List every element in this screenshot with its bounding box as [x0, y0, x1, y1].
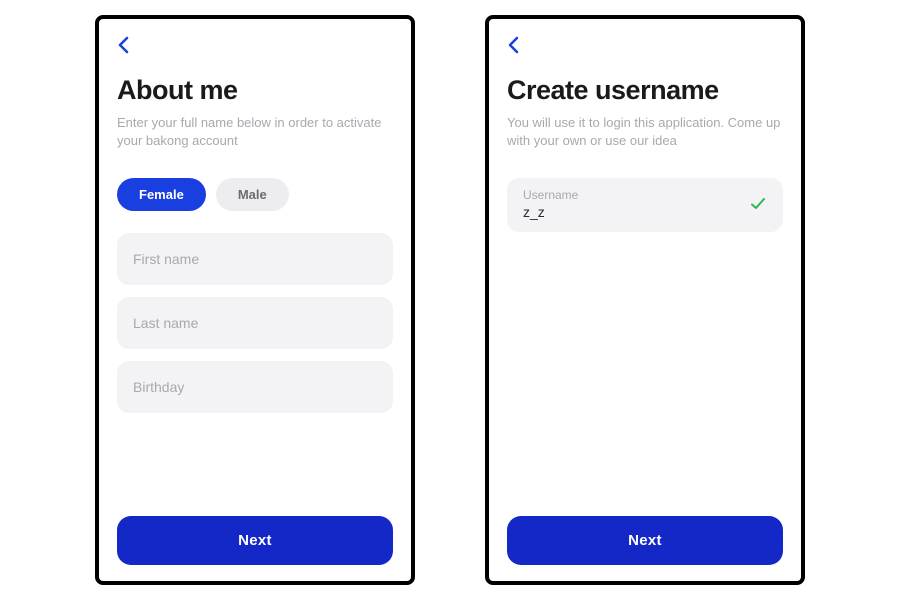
- next-button[interactable]: Next: [117, 516, 393, 565]
- create-username-screen: Create username You will use it to login…: [485, 15, 805, 585]
- next-button[interactable]: Next: [507, 516, 783, 565]
- page-title: About me: [117, 75, 393, 106]
- first-name-field[interactable]: First name: [117, 233, 393, 285]
- about-me-screen: About me Enter your full name below in o…: [95, 15, 415, 585]
- gender-toggle: Female Male: [117, 178, 393, 211]
- chevron-left-icon: [507, 36, 519, 54]
- page-subtitle: You will use it to login this applicatio…: [507, 114, 783, 150]
- last-name-field[interactable]: Last name: [117, 297, 393, 349]
- checkmark-icon: [749, 195, 767, 213]
- username-value: z_z: [523, 204, 741, 220]
- username-field[interactable]: Username z_z: [507, 178, 783, 232]
- username-label: Username: [523, 188, 741, 202]
- back-button[interactable]: [117, 33, 141, 57]
- birthday-field[interactable]: Birthday: [117, 361, 393, 413]
- chevron-left-icon: [117, 36, 129, 54]
- gender-male-button[interactable]: Male: [216, 178, 289, 211]
- page-subtitle: Enter your full name below in order to a…: [117, 114, 393, 150]
- page-title: Create username: [507, 75, 783, 106]
- back-button[interactable]: [507, 33, 531, 57]
- gender-female-button[interactable]: Female: [117, 178, 206, 211]
